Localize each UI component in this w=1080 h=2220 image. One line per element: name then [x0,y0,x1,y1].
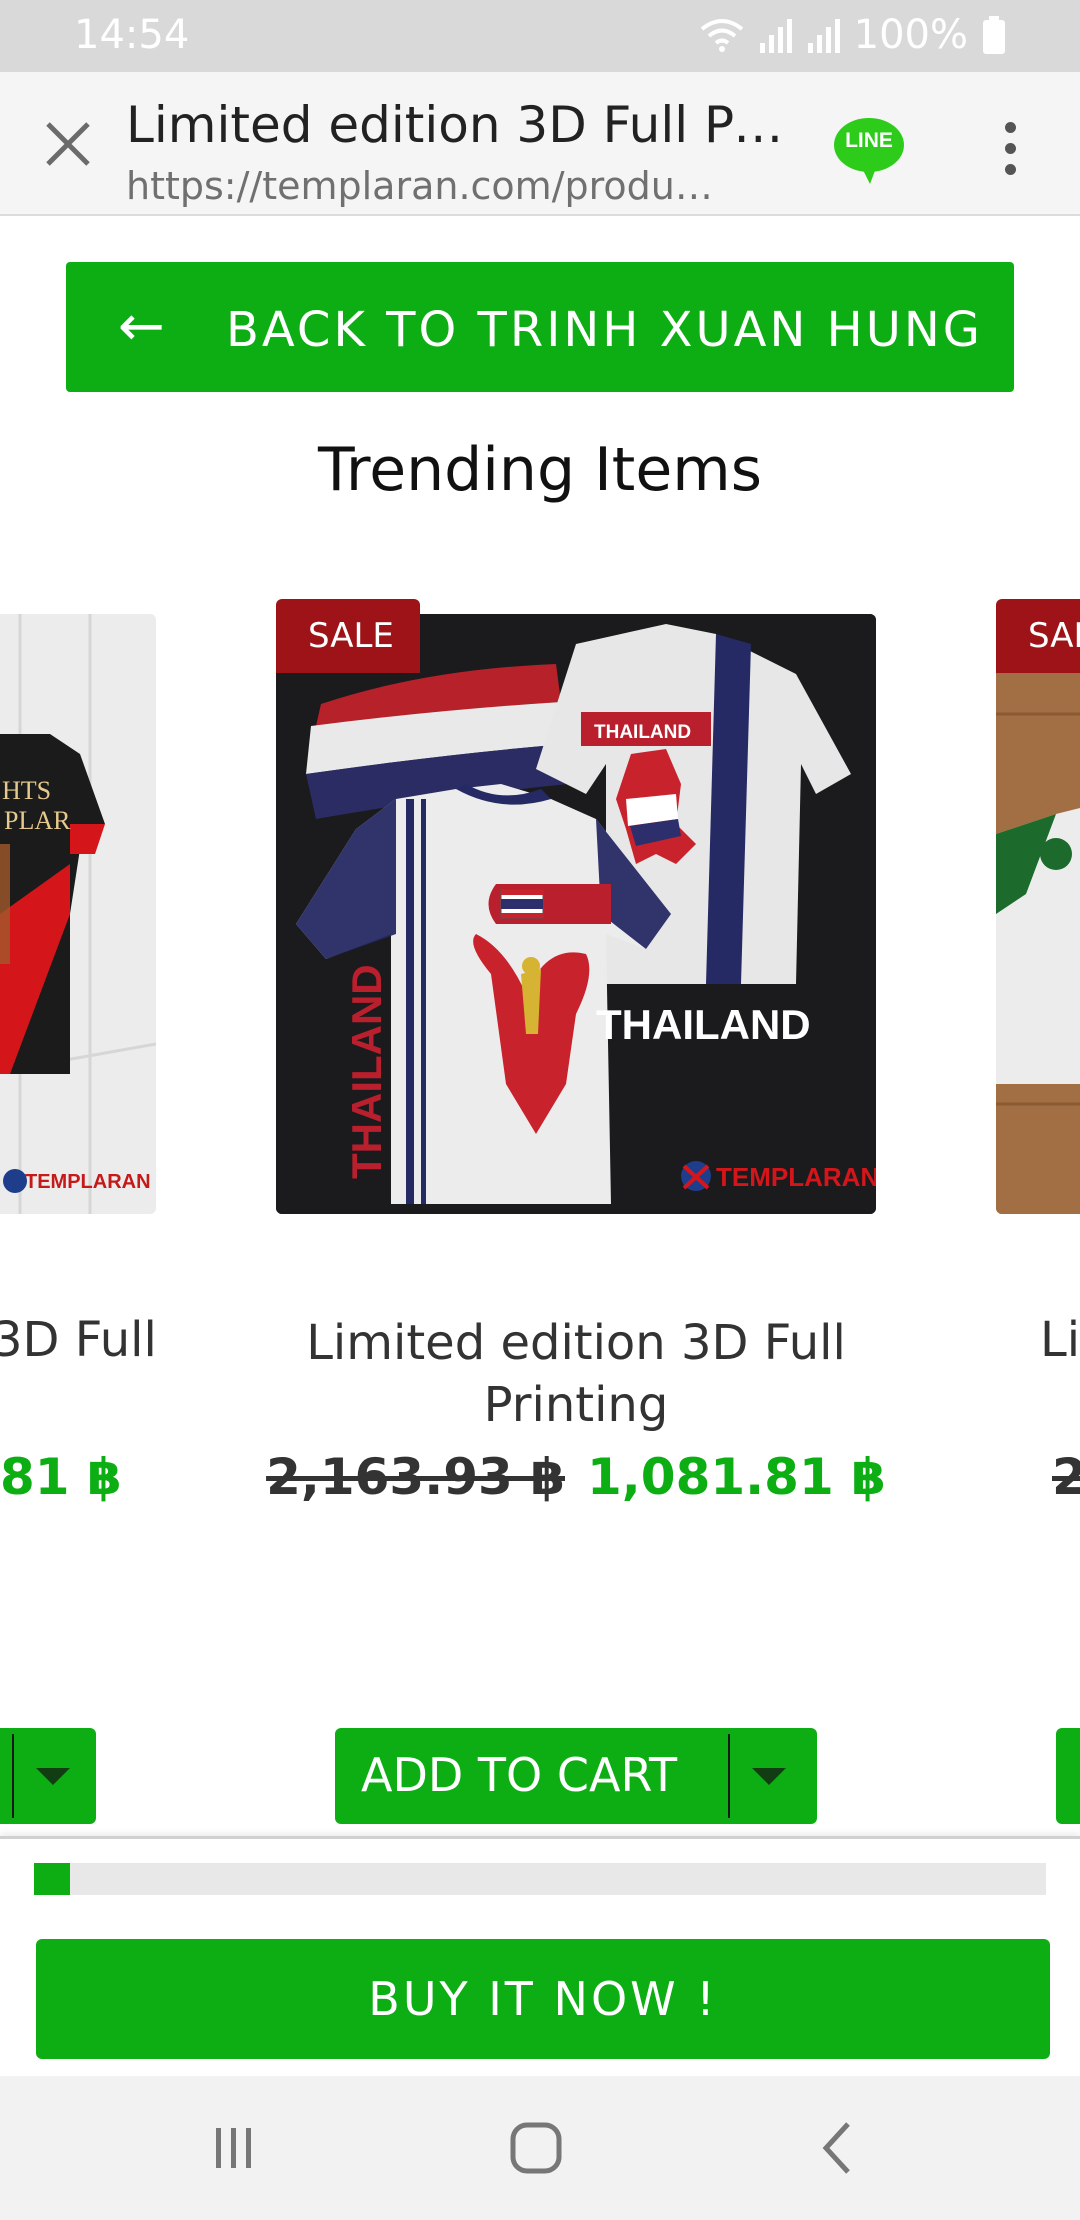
status-icons: 100% [700,12,1006,58]
shirt-text-2: PLAR [4,806,71,835]
price-left: 81 ฿ [0,1448,122,1506]
page-title: Limited edition 3D Full Pri… [126,96,796,154]
buy-now-bar: BUY IT NOW ! [0,1836,1080,2076]
add-to-cart-button[interactable]: ADD TO CART [335,1728,817,1824]
section-title: Trending Items [318,435,762,505]
original-price: 2,163.93 ฿ [266,1448,565,1506]
progress-fill [34,1863,71,1895]
browser-header: Limited edition 3D Full Pri… https://tem… [0,72,1080,216]
product-image[interactable]: THAILAND THAILAND THAILAND TEMPLARAN [276,614,876,1214]
system-nav-bar [0,2076,1080,2220]
shirt-text-1: HTS [2,776,51,805]
battery-icon [983,16,1005,54]
add-to-cart-label: ADD TO CART [361,1748,678,1802]
page-url[interactable]: https://templaran.com/produ… [126,164,776,208]
close-button[interactable] [36,112,100,176]
status-time: 14:54 [74,12,190,58]
sale-badge-right: SAL [996,599,1080,673]
product-image-right[interactable] [996,614,1080,1214]
chest-text: THAILAND [596,1001,811,1048]
sleeve-text: THAILAND [343,964,390,1179]
chevron-down-icon[interactable] [36,1768,70,1785]
sale-badge: SALE [276,599,420,673]
back-to-store-button[interactable]: ← BACK TO TRINH XUAN HUNG [66,262,1014,392]
status-bar: 14:54 100% [0,0,1080,72]
line-label: LINE [845,129,893,152]
signal-icon [759,19,792,53]
recents-icon[interactable] [194,2116,274,2180]
cart-divider [12,1734,14,1818]
progress-bar [34,1863,1046,1895]
battery-percent: 100% [853,12,968,58]
screen: 14:54 100% Limited edition 3D Full Pri… … [0,0,1080,2220]
arrow-left-icon: ← [118,294,165,359]
home-icon[interactable] [496,2116,576,2180]
add-to-cart-button-right[interactable] [1056,1728,1080,1824]
product-image-left[interactable]: HTS PLAR TEMPLARAN [0,614,156,1214]
wifi-icon [700,19,743,52]
signal-icon [807,19,840,53]
product-name[interactable]: Limited edition 3D Full Printing [276,1312,876,1436]
chevron-down-icon[interactable] [752,1768,786,1785]
cart-divider [728,1734,730,1818]
price-right: 2 [1052,1448,1080,1506]
more-vertical-icon[interactable] [990,116,1030,180]
back-button-label: BACK TO TRINH XUAN HUNG [226,302,983,358]
sale-price: 1,081.81 ฿ [587,1448,886,1506]
close-icon [46,122,90,166]
product-name-right[interactable]: Lir [1040,1312,1080,1368]
price-row: 2,163.93 ฿ 1,081.81 ฿ [266,1448,886,1506]
product-name-left[interactable]: 3D Full [0,1312,157,1368]
add-to-cart-button-left[interactable] [0,1728,96,1824]
buy-now-button[interactable]: BUY IT NOW ! [36,1939,1050,2059]
back-shirt-text: THAILAND [594,722,691,743]
logo-text: TEMPLARAN [25,1171,151,1193]
back-icon[interactable] [798,2116,878,2180]
logo-text: TEMPLARAN [716,1162,876,1192]
